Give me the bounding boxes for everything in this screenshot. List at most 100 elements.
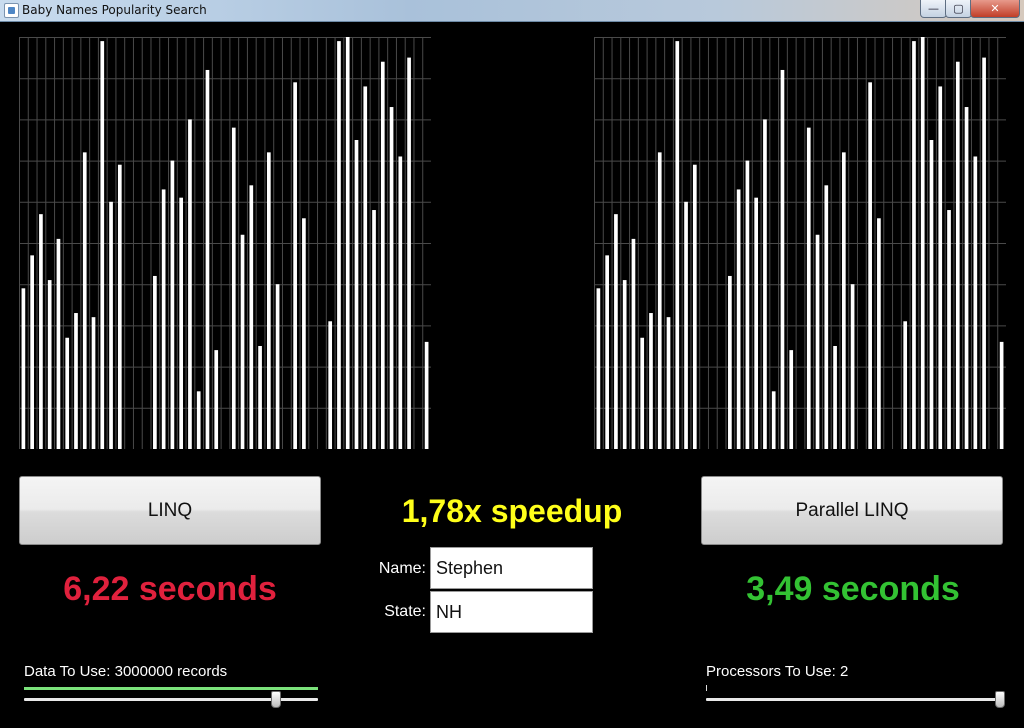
plinq-chart-bar [614,214,618,449]
plinq-chart-bar [999,341,1004,449]
linq-chart-bar [21,288,26,449]
minimize-button[interactable]: — [920,0,947,18]
linq-chart-bar [161,189,166,449]
data-slider-label: Data To Use: 3000000 records [24,663,228,680]
plinq-chart-bar [868,82,872,449]
linq-chart-bar [109,201,113,449]
plinq-chart-bar [841,152,846,449]
plinq-chart-bar [596,288,601,449]
plinq-chart-bar [640,337,645,449]
linq-chart-svg [19,37,431,449]
linq-chart-bar [372,210,376,449]
title-bar: Baby Names Popularity Search — ▢ ✕ [0,0,1024,22]
processors-slider-tick [706,685,707,691]
plinq-chart-bar [850,284,855,449]
state-input[interactable] [430,591,593,633]
plinq-chart-bar [806,127,811,449]
plinq-chart-bar [815,234,820,449]
linq-button[interactable]: LINQ [19,476,321,545]
linq-chart-bar [47,280,52,449]
plinq-chart-bar [973,156,978,449]
linq-chart-bar [258,346,262,449]
plinq-chart-bar [728,275,732,449]
plinq-chart-bar [912,41,916,449]
plinq-chart-bar [754,197,759,449]
plinq-chart-bar [675,41,680,449]
linq-chart-bar [39,214,43,449]
plinq-chart-bar [745,160,750,449]
name-input[interactable] [430,547,593,589]
linq-chart-bar [196,391,201,449]
plinq-chart-bar [789,350,794,449]
linq-chart-bar [337,41,341,449]
plinq-chart-bar [631,238,636,449]
linq-chart-bar [363,86,368,449]
name-label: Name: [378,560,426,577]
maximize-button[interactable]: ▢ [945,0,972,18]
plinq-chart-bar [947,210,951,449]
plinq-chart-bar [955,61,960,449]
linq-chart-bar [153,275,157,449]
state-label: State: [384,603,426,620]
processors-slider-track[interactable] [706,698,1004,701]
plinq-chart-bar [938,86,943,449]
plinq-chart-bar [929,140,934,449]
plinq-chart-bar [692,164,697,449]
plinq-chart-bar [622,280,627,449]
linq-chart-bar [424,341,429,449]
linq-chart-bar [380,61,385,449]
plinq-chart-bar [763,119,767,449]
linq-chart-bar [205,69,210,449]
linq-chart-bar [407,57,411,449]
plinq-chart-bar [649,313,653,449]
linq-chart-bar [188,119,192,449]
plinq-chart-svg [594,37,1006,449]
linq-chart-bar [65,337,70,449]
linq-chart-bar [100,41,105,449]
plinq-chart-bar [780,69,785,449]
linq-chart-bar [170,160,175,449]
plinq-chart-bar [920,37,925,449]
plinq-chart-bar [833,346,837,449]
plinq-time-label: 3,49 seconds [746,570,960,608]
data-slider-thumb[interactable] [271,691,281,708]
plinq-chart-bar [666,317,671,449]
linq-chart-bar [240,234,245,449]
speedup-label: 1,78x speedup [401,493,623,529]
linq-chart-bar [389,107,394,449]
plinq-chart-bar [657,152,662,449]
linq-chart-bar [398,156,403,449]
window-title: Baby Names Popularity Search [22,3,207,17]
linq-chart-bar [74,313,78,449]
linq-chart-bar [328,321,333,449]
linq-chart-bar [214,350,219,449]
linq-chart-bar [266,152,271,449]
plinq-chart-bar [605,255,609,449]
linq-chart-bar [293,82,297,449]
linq-chart-bar [179,197,184,449]
data-progress-line [24,687,318,690]
plinq-chart-bar [903,321,908,449]
plinq-chart-bar [736,189,741,449]
linq-chart-bar [30,255,34,449]
plinq-chart-bar [771,391,776,449]
linq-time-label: 6,22 seconds [63,570,277,608]
plinq-chart [594,37,1006,449]
linq-chart-bar [345,37,350,449]
linq-chart-bar [275,284,280,449]
plinq-chart-bar [684,201,688,449]
linq-chart-bar [117,164,122,449]
linq-chart-bar [249,185,254,449]
linq-chart-bar [231,127,236,449]
linq-chart-bar [82,152,87,449]
plinq-chart-bar [964,107,969,449]
app-icon [4,3,19,18]
parallel-linq-button[interactable]: Parallel LINQ [701,476,1003,545]
linq-chart-bar [91,317,96,449]
linq-chart-bar [354,140,359,449]
linq-chart-bar [56,238,61,449]
linq-chart [19,37,431,449]
processors-slider-label: Processors To Use: 2 [706,663,849,680]
processors-slider-thumb[interactable] [995,691,1005,708]
close-button[interactable]: ✕ [970,0,1020,18]
